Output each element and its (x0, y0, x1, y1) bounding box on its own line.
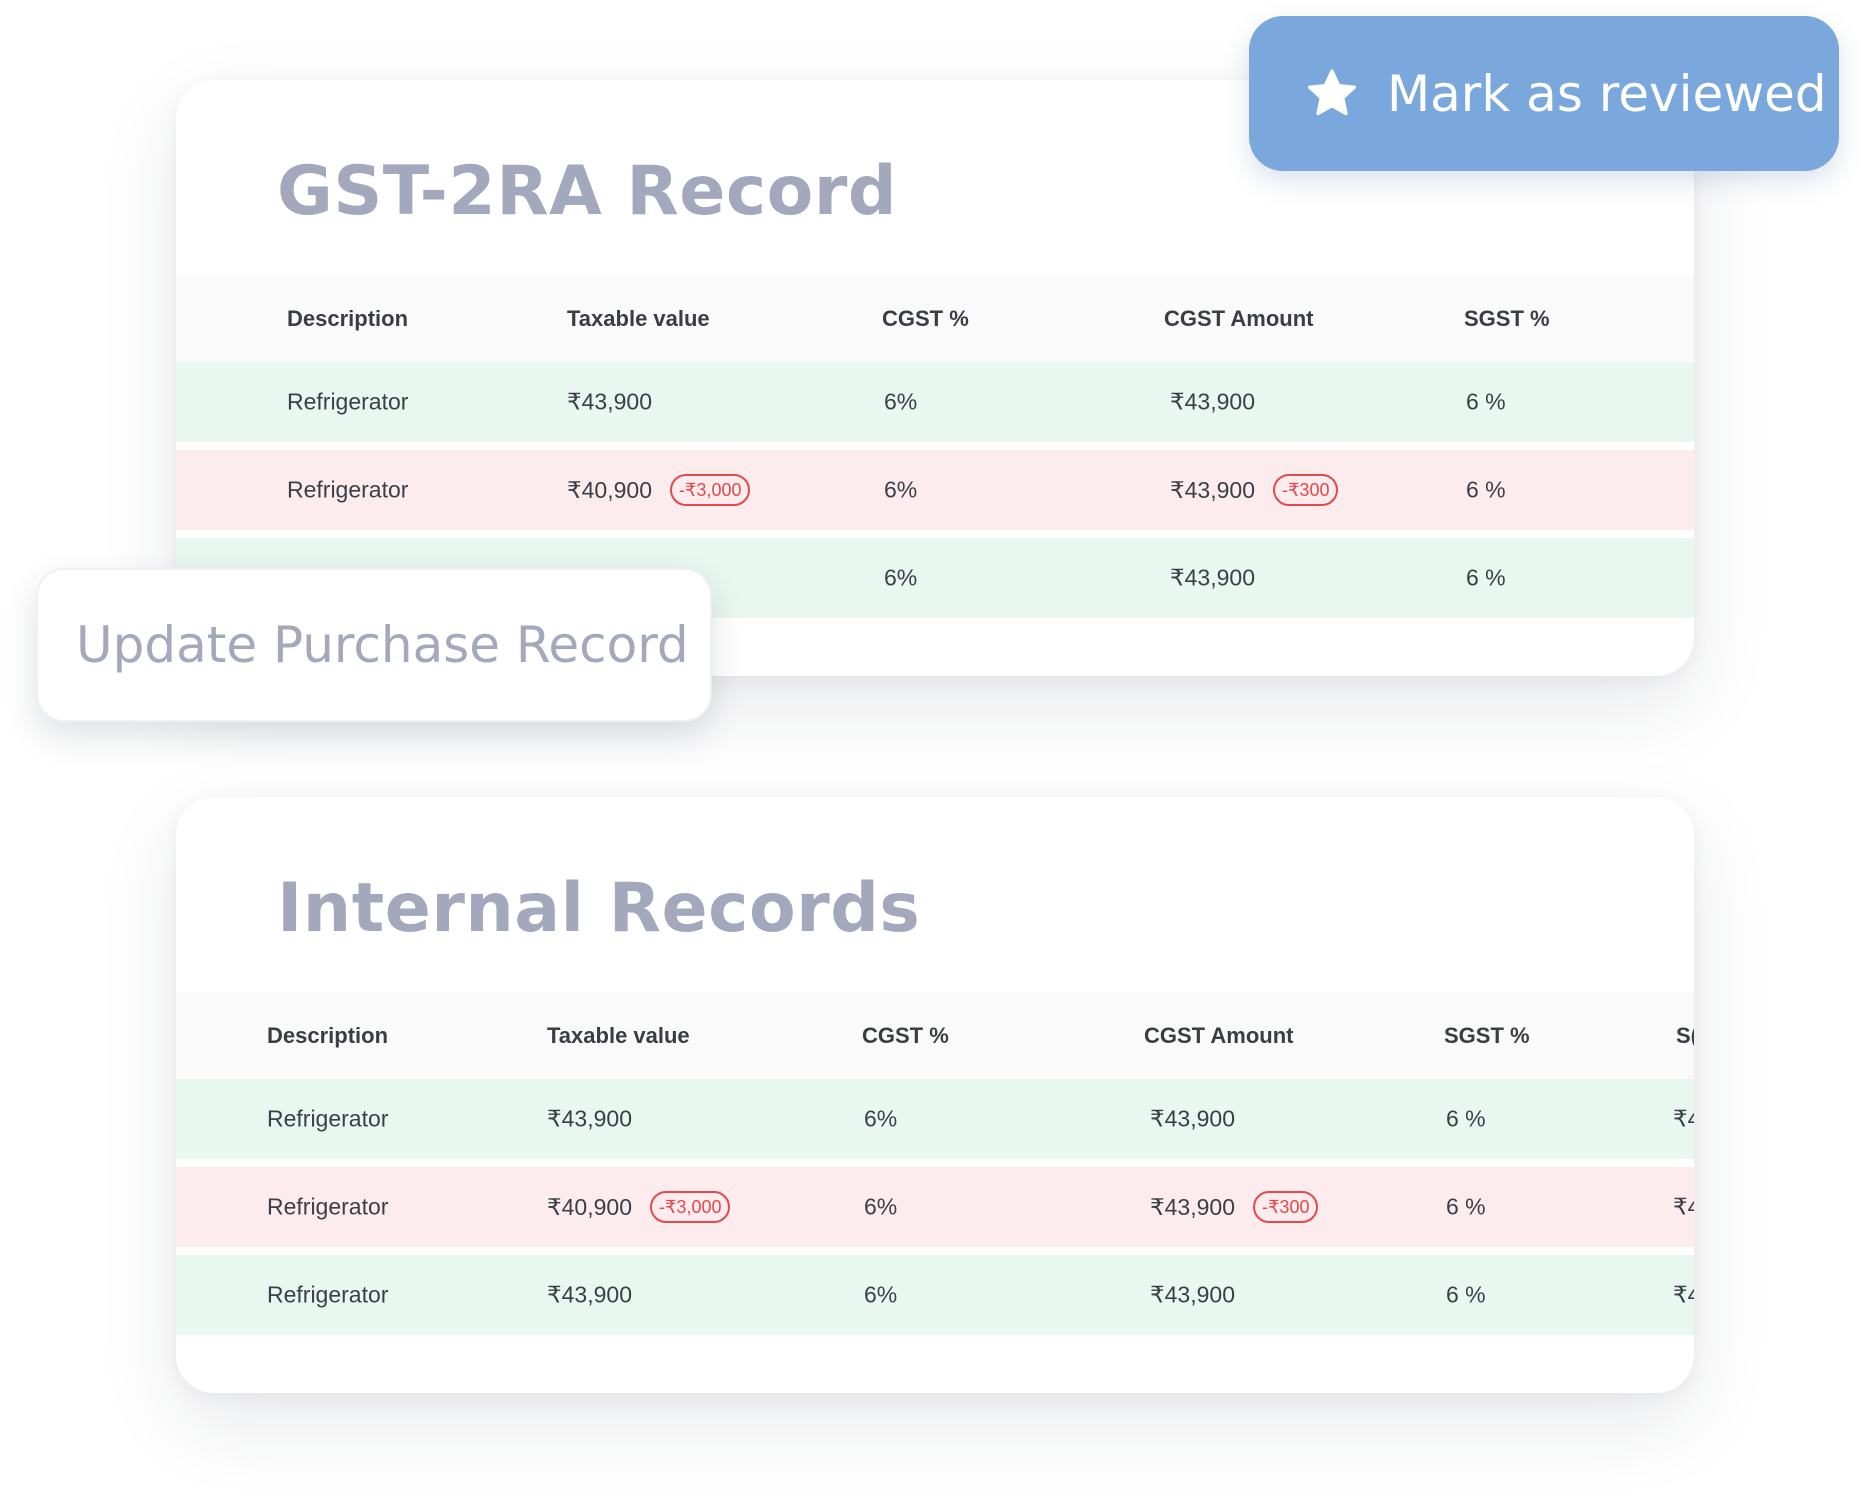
cell-taxable-value: ₹43,900 (547, 1105, 632, 1132)
cell-cgst-amount-group: ₹43,900 -₹300 (1150, 1191, 1319, 1223)
cell-taxable-value-group: ₹40,900 -₹3,000 (567, 474, 751, 506)
cell-cgst-amount: ₹43,900 (1170, 476, 1255, 503)
table-row[interactable]: Refrigerator ₹43,900 6% ₹43,900 6 % ₹4 (176, 1255, 1694, 1335)
cell-cgst-percent: 6% (884, 388, 918, 415)
internal-card-title: Internal Records (277, 869, 921, 948)
internal-records-table: Description Taxable value CGST % CGST Am… (176, 992, 1694, 1335)
column-header-cgst-percent: CGST % (882, 305, 969, 331)
column-header-sgst-percent: SGST % (1464, 305, 1550, 331)
mark-as-reviewed-button[interactable]: Mark as reviewed (1249, 16, 1839, 171)
column-header-taxable-value: Taxable value (567, 305, 710, 331)
table-row[interactable]: Refrigerator ₹40,900 -₹3,000 6% ₹43,900 … (176, 1167, 1694, 1247)
cell-cgst-amount: ₹43,900 (1150, 1193, 1235, 1220)
cell-description: Refrigerator (267, 1193, 389, 1220)
column-header-cgst-amount: CGST Amount (1164, 305, 1314, 331)
cell-sgst-amount-truncated: ₹4 (1673, 1105, 1694, 1132)
cell-taxable-value-group: ₹40,900 -₹3,000 (547, 1191, 731, 1223)
cell-cgst-percent: 6% (864, 1105, 898, 1132)
column-header-cgst-amount: CGST Amount (1144, 1022, 1294, 1048)
mark-as-reviewed-label: Mark as reviewed (1387, 64, 1827, 123)
cell-cgst-percent: 6% (884, 564, 918, 591)
table-row[interactable]: Refrigerator ₹43,900 6% ₹43,900 6 % (176, 362, 1694, 442)
cell-description: Refrigerator (267, 1105, 389, 1132)
table-header-row: Description Taxable value CGST % CGST Am… (176, 275, 1694, 362)
cell-sgst-percent: 6 % (1466, 564, 1506, 591)
column-header-taxable-value: Taxable value (547, 1022, 690, 1048)
gst-card-title: GST-2RA Record (277, 152, 898, 231)
table-row[interactable]: Refrigerator ₹40,900 -₹3,000 6% ₹43,900 … (176, 450, 1694, 530)
cell-description: Refrigerator (267, 1281, 389, 1308)
difference-badge: -₹3,000 (649, 1191, 731, 1223)
column-header-description: Description (267, 1022, 389, 1048)
star-icon (1307, 69, 1357, 115)
column-header-cgst-percent: CGST % (862, 1022, 949, 1048)
cell-description: Refrigerator (287, 388, 409, 415)
update-purchase-record-button[interactable]: Update Purchase Record (36, 568, 712, 722)
cell-cgst-percent: 6% (864, 1281, 898, 1308)
cell-cgst-percent: 6% (864, 1193, 898, 1220)
internal-records-card: Internal Records Description Taxable val… (176, 797, 1694, 1393)
cell-taxable-value: ₹43,900 (547, 1281, 632, 1308)
table-header-row: Description Taxable value CGST % CGST Am… (176, 992, 1694, 1079)
update-purchase-record-label: Update Purchase Record (76, 616, 689, 674)
table-row[interactable]: Refrigerator ₹43,900 6% ₹43,900 6 % ₹4 (176, 1079, 1694, 1159)
cell-cgst-amount: ₹43,900 (1170, 388, 1255, 415)
cell-description: Refrigerator (287, 476, 409, 503)
cell-sgst-percent: 6 % (1446, 1281, 1486, 1308)
cell-sgst-amount-truncated: ₹4 (1673, 1193, 1694, 1220)
cell-cgst-amount: ₹43,900 (1170, 564, 1255, 591)
cell-taxable-value: ₹43,900 (567, 388, 652, 415)
difference-badge: -₹3,000 (669, 474, 751, 506)
column-header-description: Description (287, 305, 409, 331)
column-header-truncated: S( (1676, 1022, 1694, 1048)
gst-record-table: Description Taxable value CGST % CGST Am… (176, 275, 1694, 618)
cell-sgst-percent: 6 % (1446, 1193, 1486, 1220)
cell-sgst-amount-truncated: ₹4 (1673, 1281, 1694, 1308)
cell-taxable-value: ₹40,900 (567, 476, 652, 503)
cell-sgst-percent: 6 % (1446, 1105, 1486, 1132)
cell-sgst-percent: 6 % (1466, 476, 1506, 503)
difference-badge: -₹300 (1252, 1191, 1319, 1223)
column-header-sgst-percent: SGST % (1444, 1022, 1530, 1048)
cell-cgst-amount-group: ₹43,900 -₹300 (1170, 474, 1339, 506)
cell-cgst-amount: ₹43,900 (1150, 1105, 1235, 1132)
cell-sgst-percent: 6 % (1466, 388, 1506, 415)
cell-cgst-amount: ₹43,900 (1150, 1281, 1235, 1308)
difference-badge: -₹300 (1272, 474, 1339, 506)
cell-taxable-value: ₹40,900 (547, 1193, 632, 1220)
cell-cgst-percent: 6% (884, 476, 918, 503)
